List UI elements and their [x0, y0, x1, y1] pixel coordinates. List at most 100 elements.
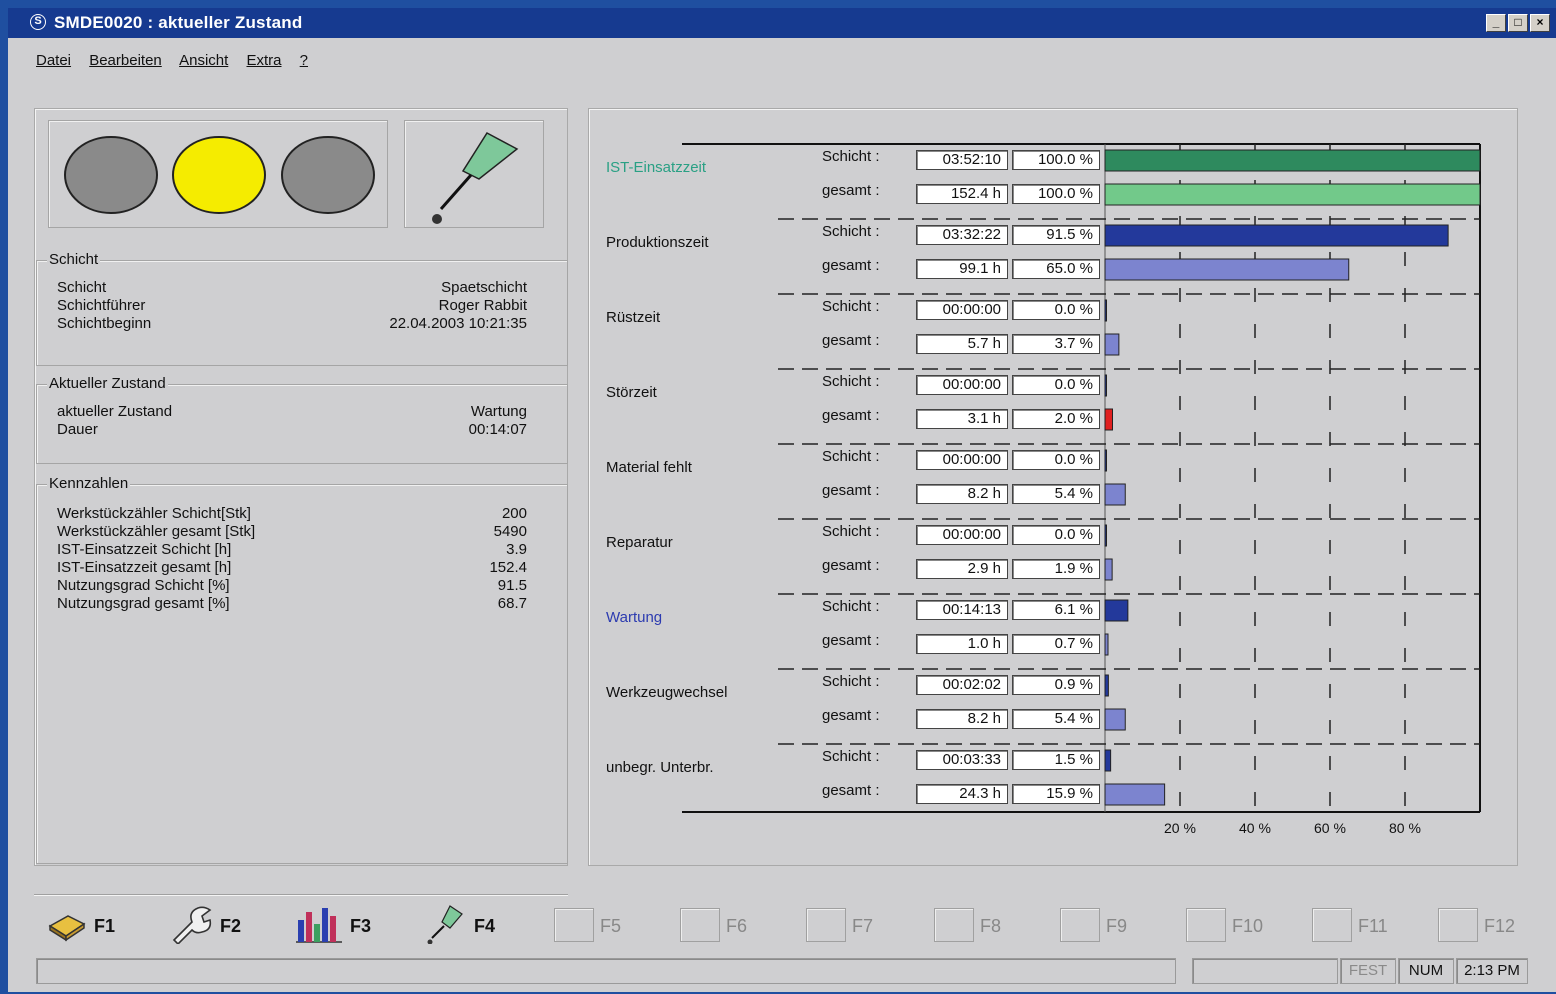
time-analysis-chart — [682, 143, 1481, 813]
total-label: gesamt : — [822, 707, 880, 724]
num-indicator: NUM — [1398, 958, 1454, 984]
shift-label: Schicht : — [822, 373, 880, 390]
total-time-value: 2.9 h — [916, 559, 1008, 579]
f4-button[interactable]: F4 — [426, 905, 516, 944]
total-label: gesamt : — [822, 557, 880, 574]
f12-slot — [1438, 908, 1478, 942]
shift-label: Schicht : — [822, 748, 880, 765]
category-label: Störzeit — [606, 384, 657, 401]
shift-bar — [1104, 224, 1449, 247]
f10-slot — [1186, 908, 1226, 942]
total-percent-value: 2.0 % — [1012, 409, 1100, 429]
f10-label: F10 — [1232, 916, 1264, 936]
f9-slot — [1060, 908, 1100, 942]
clock: 2:13 PM — [1456, 958, 1528, 984]
total-percent-value: 5.4 % — [1012, 484, 1100, 504]
f5-label: F5 — [600, 916, 622, 936]
f10-button[interactable]: F10 — [1186, 908, 1296, 944]
shift-percent-value: 0.0 % — [1012, 525, 1100, 545]
x-tick-label: 60 % — [1314, 820, 1346, 836]
f11-button[interactable]: F11 — [1312, 908, 1422, 944]
f2-label: F2 — [220, 916, 242, 936]
category-label: Werkzeugwechsel — [606, 684, 728, 701]
shift-time-value: 03:52:10 — [916, 150, 1008, 170]
total-label: gesamt : — [822, 257, 880, 274]
f3-button[interactable]: F3 — [294, 908, 394, 944]
x-tick-label: 40 % — [1239, 820, 1271, 836]
f12-label: F12 — [1484, 916, 1516, 936]
f5-button[interactable]: F5 — [554, 908, 654, 944]
total-bar — [1104, 183, 1481, 206]
f1-button[interactable]: F1 — [46, 908, 136, 944]
shift-time-value: 03:32:22 — [916, 225, 1008, 245]
shift-percent-value: 0.0 % — [1012, 375, 1100, 395]
category-label: unbegr. Unterbr. — [606, 759, 714, 776]
shift-time-value: 00:02:02 — [916, 675, 1008, 695]
shift-percent-value: 100.0 % — [1012, 150, 1100, 170]
shift-percent-value: 6.1 % — [1012, 600, 1100, 620]
total-label: gesamt : — [822, 632, 880, 649]
shift-label: Schicht : — [822, 523, 880, 540]
shift-percent-value: 0.9 % — [1012, 675, 1100, 695]
f5-slot — [554, 908, 594, 942]
x-tick-label: 20 % — [1164, 820, 1196, 836]
shift-percent-value: 1.5 % — [1012, 750, 1100, 770]
pen-icon — [427, 905, 463, 944]
caps-indicator: FEST — [1340, 958, 1396, 984]
total-percent-value: 65.0 % — [1012, 259, 1100, 279]
status-message — [36, 958, 1176, 984]
f6-slot — [680, 908, 720, 942]
shift-time-value: 00:00:00 — [916, 375, 1008, 395]
total-bar — [1104, 483, 1126, 506]
total-time-value: 1.0 h — [916, 634, 1008, 654]
shift-bar — [1104, 299, 1107, 322]
f9-label: F9 — [1106, 916, 1128, 936]
total-bar — [1104, 258, 1350, 281]
total-percent-value: 5.4 % — [1012, 709, 1100, 729]
shift-label: Schicht : — [822, 148, 880, 165]
shift-bar — [1104, 599, 1129, 622]
shift-bar — [1104, 674, 1109, 697]
bar-chart-icon — [296, 908, 342, 943]
total-label: gesamt : — [822, 482, 880, 499]
total-time-value: 3.1 h — [916, 409, 1008, 429]
category-label: Reparatur — [606, 534, 673, 551]
total-bar — [1104, 408, 1113, 431]
f6-label: F6 — [726, 916, 748, 936]
shift-label: Schicht : — [822, 598, 880, 615]
total-label: gesamt : — [822, 332, 880, 349]
application-window: S SMDE0020 : aktueller Zustand _ □ × Dat… — [8, 8, 1556, 992]
total-bar — [1104, 333, 1120, 356]
f9-button[interactable]: F9 — [1060, 908, 1160, 944]
category-label: Material fehlt — [606, 459, 692, 476]
wrench-icon — [172, 906, 212, 944]
shift-time-value: 00:14:13 — [916, 600, 1008, 620]
x-tick-label: 80 % — [1389, 820, 1421, 836]
shift-bar — [1104, 749, 1112, 772]
status-pane — [1192, 958, 1338, 984]
shift-time-value: 00:03:33 — [916, 750, 1008, 770]
total-time-value: 5.7 h — [916, 334, 1008, 354]
f6-button[interactable]: F6 — [680, 908, 780, 944]
total-percent-value: 0.7 % — [1012, 634, 1100, 654]
f11-slot — [1312, 908, 1352, 942]
category-label: Produktionszeit — [606, 234, 709, 251]
total-percent-value: 15.9 % — [1012, 784, 1100, 804]
total-bar — [1104, 708, 1126, 731]
shift-percent-value: 0.0 % — [1012, 300, 1100, 320]
shift-bar — [1104, 149, 1481, 172]
f8-label: F8 — [980, 916, 1002, 936]
f7-button[interactable]: F7 — [806, 908, 906, 944]
f1-label: F1 — [94, 916, 116, 936]
total-bar — [1104, 558, 1113, 581]
total-bar — [1104, 633, 1109, 656]
shift-label: Schicht : — [822, 298, 880, 315]
f2-button[interactable]: F2 — [168, 906, 258, 944]
f12-button[interactable]: F12 — [1438, 908, 1546, 944]
total-percent-value: 1.9 % — [1012, 559, 1100, 579]
separator — [34, 894, 568, 896]
total-time-value: 8.2 h — [916, 484, 1008, 504]
category-label: IST-Einsatzzeit — [606, 159, 707, 176]
f8-button[interactable]: F8 — [934, 908, 1034, 944]
total-percent-value: 100.0 % — [1012, 184, 1100, 204]
